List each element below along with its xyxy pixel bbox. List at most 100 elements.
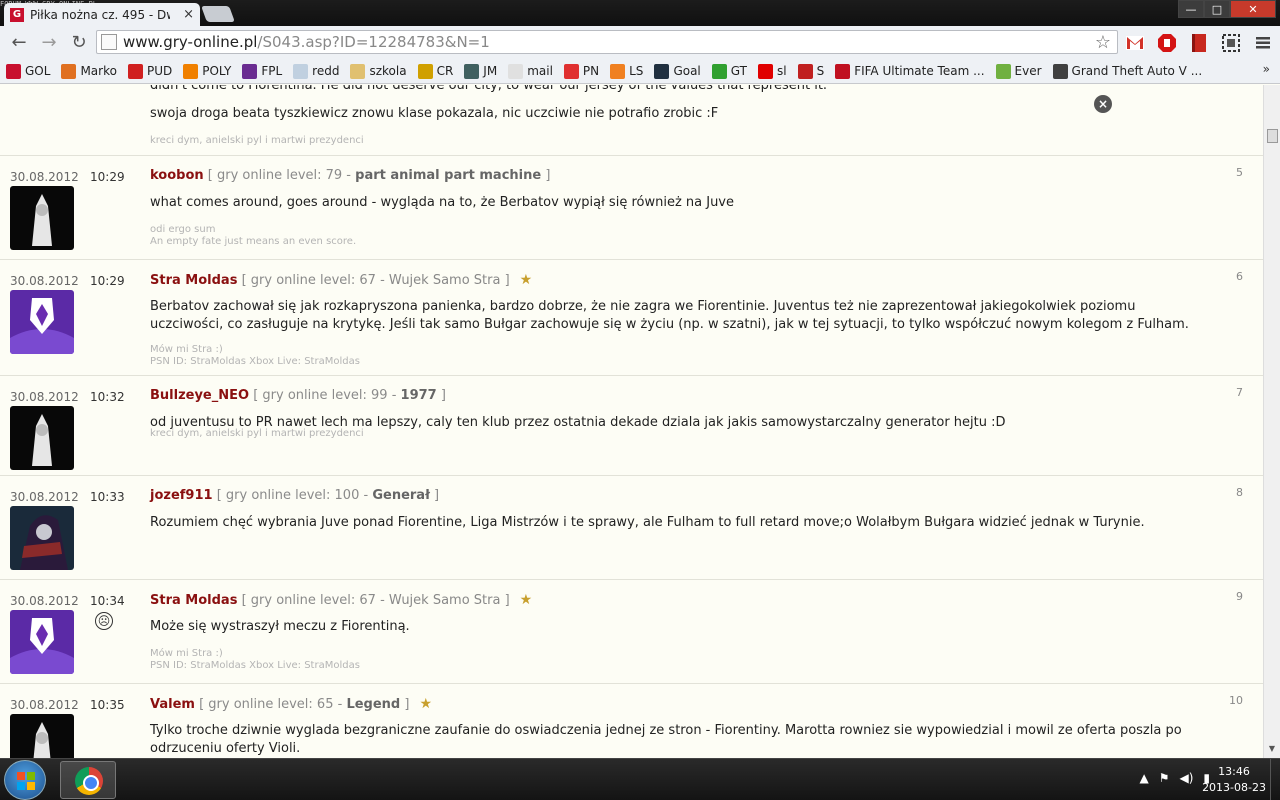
post-signature: kreci dym, anielski pyl i martwi prezyde… bbox=[150, 135, 364, 146]
user-avatar[interactable] bbox=[10, 610, 74, 674]
post-number[interactable]: 5 bbox=[1236, 166, 1243, 179]
post-username[interactable]: Stra Moldas bbox=[150, 273, 237, 288]
bookmark-item[interactable]: PN bbox=[563, 63, 599, 79]
bookmark-item[interactable]: CR bbox=[417, 63, 454, 79]
bookmark-label: GT bbox=[730, 64, 747, 78]
overlay-close-icon[interactable]: × bbox=[1094, 95, 1112, 113]
url-text: www.gry-online.pl/S043.asp?ID=12284783&N… bbox=[123, 33, 490, 51]
post-username[interactable]: Bullzeye_NEO bbox=[150, 388, 249, 403]
bookmarks-overflow-button[interactable]: » bbox=[1263, 62, 1270, 76]
bookmark-label: CR bbox=[436, 64, 454, 78]
bookmark-favicon-icon bbox=[242, 63, 258, 79]
bookmark-favicon-icon bbox=[757, 63, 773, 79]
post-number[interactable]: 10 bbox=[1229, 694, 1243, 707]
browser-tab[interactable]: G Piłka nożna cz. 495 - Dwa × bbox=[4, 3, 200, 26]
bookmark-label: FIFA Ultimate Team ... bbox=[854, 64, 985, 78]
maximize-button[interactable]: □ bbox=[1204, 0, 1230, 18]
forward-button[interactable]: → bbox=[34, 32, 64, 53]
bookmark-star-icon[interactable]: ☆ bbox=[1095, 32, 1111, 53]
post-date: 30.08.2012 bbox=[10, 594, 79, 608]
adblock-extension-icon[interactable] bbox=[1157, 33, 1177, 53]
bookmark-label: LS bbox=[629, 64, 644, 78]
post-date: 30.08.2012 bbox=[10, 490, 79, 504]
bookmark-label: FPL bbox=[261, 64, 283, 78]
bookmark-item[interactable]: Marko bbox=[61, 63, 117, 79]
user-avatar[interactable] bbox=[10, 714, 74, 758]
user-level: [ gry online level: 79 - bbox=[207, 168, 351, 183]
bookmark-item[interactable]: Grand Theft Auto V ... bbox=[1052, 63, 1202, 79]
user-avatar[interactable] bbox=[10, 406, 74, 470]
reload-button[interactable]: ↻ bbox=[64, 32, 94, 53]
bookmark-item[interactable]: S bbox=[797, 63, 824, 79]
bookmark-label: Marko bbox=[80, 64, 117, 78]
forum-thread: didn't come to Fiorentina. He did not de… bbox=[0, 85, 1263, 758]
tray-expand-icon[interactable]: ▲ bbox=[1139, 771, 1148, 785]
bookmark-item[interactable]: Ever bbox=[995, 63, 1042, 79]
post-body: Tylko troche dziwnie wyglada bezgraniczn… bbox=[150, 723, 1182, 756]
user-level: [ gry online level: 100 - bbox=[216, 488, 369, 503]
level-bracket: ] bbox=[434, 488, 440, 503]
level-bracket: ] bbox=[404, 697, 410, 712]
bookmark-item[interactable]: sl bbox=[757, 63, 787, 79]
post-body: Berbatov zachował się jak rozkapryszona … bbox=[150, 299, 1189, 332]
bookmark-label: PUD bbox=[146, 64, 173, 78]
action-center-flag-icon[interactable]: ⚑ bbox=[1159, 771, 1170, 785]
post-number[interactable]: 7 bbox=[1236, 386, 1243, 399]
post-date: 30.08.2012 bbox=[10, 170, 79, 184]
address-bar[interactable]: www.gry-online.pl/S043.asp?ID=12284783&N… bbox=[96, 30, 1118, 54]
post-username[interactable]: jozef911 bbox=[150, 488, 213, 503]
new-tab-button[interactable] bbox=[201, 6, 235, 22]
post-username[interactable]: Valem bbox=[150, 697, 195, 712]
start-button[interactable] bbox=[4, 760, 46, 800]
bookmark-item[interactable]: PUD bbox=[127, 63, 173, 79]
post-signature: Mów mi Stra :) bbox=[150, 648, 223, 659]
scrollbar[interactable]: ▼ bbox=[1263, 85, 1280, 758]
back-button[interactable]: ← bbox=[4, 32, 34, 53]
user-avatar[interactable] bbox=[10, 290, 74, 354]
user-avatar[interactable] bbox=[10, 506, 74, 570]
bookmark-item[interactable]: GOL bbox=[6, 63, 50, 79]
bookmark-item[interactable]: POLY bbox=[183, 63, 231, 79]
post-body-fragment-line1: didn't come to Fiorentina. He did not de… bbox=[150, 85, 828, 93]
bookmark-item[interactable]: redd bbox=[293, 63, 339, 79]
tab-close-icon[interactable]: × bbox=[183, 7, 194, 22]
taskbar-chrome-button[interactable] bbox=[60, 761, 116, 799]
scroll-down-icon[interactable]: ▼ bbox=[1266, 744, 1278, 756]
post-number[interactable]: 9 bbox=[1236, 590, 1243, 603]
bookmark-item[interactable]: JM bbox=[464, 63, 497, 79]
system-clock[interactable]: 13:46 2013-08-23 bbox=[1202, 764, 1266, 796]
gmail-extension-icon[interactable] bbox=[1125, 33, 1145, 53]
user-avatar[interactable] bbox=[10, 186, 74, 250]
bookmark-item[interactable]: FIFA Ultimate Team ... bbox=[835, 63, 985, 79]
post-username[interactable]: Stra Moldas bbox=[150, 593, 237, 608]
bookmark-extension-icon[interactable] bbox=[1189, 33, 1209, 53]
clock-date: 2013-08-23 bbox=[1202, 781, 1266, 794]
post-number[interactable]: 8 bbox=[1236, 486, 1243, 499]
star-icon: ★ bbox=[419, 696, 433, 712]
menu-icon[interactable] bbox=[1253, 33, 1273, 53]
post-signature: Mów mi Stra :) bbox=[150, 344, 223, 355]
scrollbar-thumb[interactable] bbox=[1267, 129, 1278, 143]
post-header: Stra Moldas [ gry online level: 67 - Wuj… bbox=[150, 592, 532, 608]
system-tray: ▲ ⚑ ◀) ▮ bbox=[1139, 771, 1210, 785]
bookmark-item[interactable]: Goal bbox=[654, 63, 701, 79]
user-rank: 1977 bbox=[400, 388, 437, 403]
bookmark-item[interactable]: mail bbox=[508, 63, 553, 79]
bookmark-item[interactable]: LS bbox=[610, 63, 644, 79]
bookmark-item[interactable]: szkola bbox=[350, 63, 407, 79]
volume-icon[interactable]: ◀) bbox=[1179, 771, 1193, 785]
post-username[interactable]: koobon bbox=[150, 168, 204, 183]
show-desktop-button[interactable] bbox=[1270, 759, 1280, 800]
post-number[interactable]: 6 bbox=[1236, 270, 1243, 283]
user-level: [ gry online level: 67 - bbox=[241, 273, 385, 288]
close-window-button[interactable]: ✕ bbox=[1230, 0, 1276, 18]
bookmark-item[interactable]: FPL bbox=[242, 63, 283, 79]
bookmark-favicon-icon bbox=[797, 63, 813, 79]
page-icon bbox=[101, 34, 117, 50]
post-time: 10:34 bbox=[90, 594, 125, 608]
bookmark-label: sl bbox=[776, 64, 787, 78]
minimize-button[interactable]: — bbox=[1178, 0, 1204, 18]
screenshot-extension-icon[interactable] bbox=[1221, 33, 1241, 53]
bookmark-item[interactable]: GT bbox=[711, 63, 747, 79]
bookmark-label: mail bbox=[527, 64, 553, 78]
